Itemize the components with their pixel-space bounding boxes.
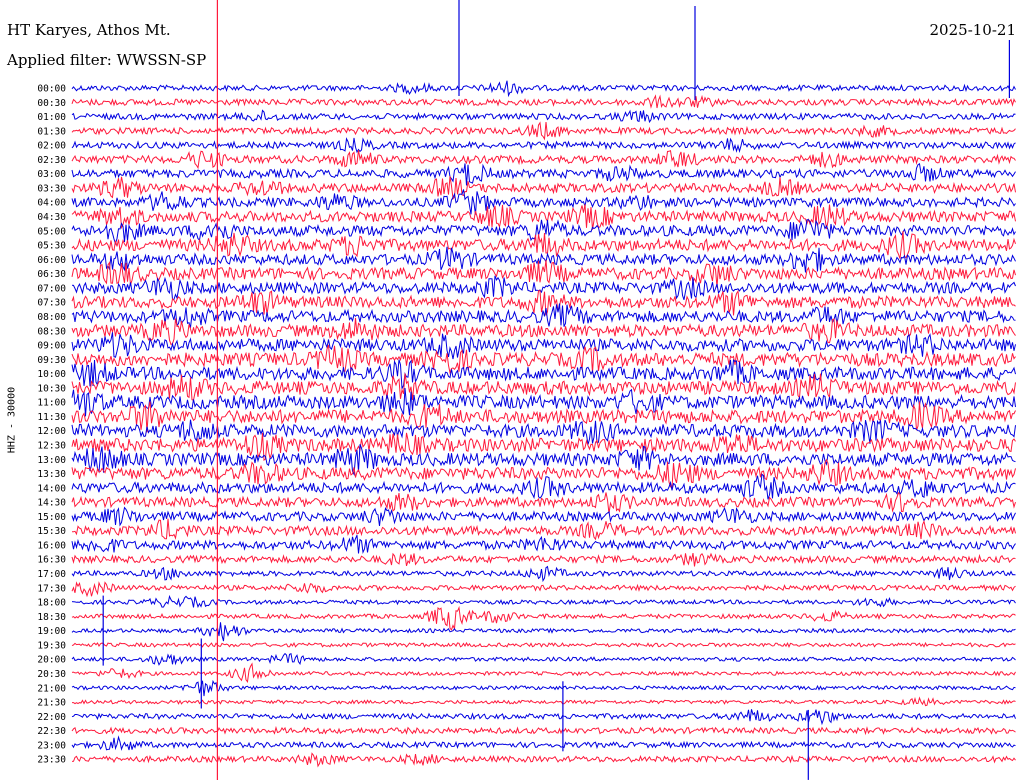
trace-1730	[71, 581, 1016, 598]
time-label-2030: 20:30	[37, 669, 66, 680]
time-label-1100: 11:00	[37, 398, 66, 409]
trace-1500	[71, 506, 1016, 527]
time-label-0930: 09:30	[37, 355, 66, 366]
time-label-1930: 19:30	[37, 640, 66, 651]
time-label-0730: 07:30	[37, 298, 66, 309]
time-label-2000: 20:00	[37, 655, 66, 666]
trace-1830	[71, 605, 1016, 631]
trace-1330	[71, 458, 1016, 489]
time-label-1200: 12:00	[37, 426, 66, 437]
time-label-2300: 23:00	[37, 740, 66, 751]
trace-2130	[72, 696, 1016, 707]
trace-1200	[71, 419, 1016, 445]
time-label-1730: 17:30	[37, 583, 66, 594]
time-label-1230: 12:30	[37, 441, 66, 452]
trace-0230	[71, 150, 1016, 170]
trace-1530	[71, 518, 1016, 541]
trace-1100	[71, 387, 1016, 417]
time-label-1400: 14:00	[37, 483, 66, 494]
time-label-0900: 09:00	[37, 341, 66, 352]
time-label-0030: 00:30	[37, 98, 66, 109]
time-label-0000: 00:00	[37, 84, 66, 95]
trace-1800	[71, 594, 1016, 609]
time-label-0130: 01:30	[37, 126, 66, 137]
trace-0130	[71, 121, 1016, 141]
channel-axis-label: HHZ - 30000	[6, 386, 18, 454]
time-label-1900: 19:00	[37, 626, 66, 637]
time-label-1600: 16:00	[37, 540, 66, 551]
trace-0330	[71, 176, 1016, 201]
time-label-0500: 05:00	[37, 226, 66, 237]
time-label-0830: 08:30	[37, 326, 66, 337]
time-label-0400: 04:00	[37, 198, 66, 209]
time-tick-labels: 00:00 00:30 01:00 01:30 02:00 02:30 03:00 03:30…	[37, 84, 66, 766]
trace-0400	[71, 189, 1016, 215]
time-label-0300: 03:00	[37, 169, 66, 180]
time-label-1830: 18:30	[37, 612, 66, 623]
time-label-1330: 13:30	[37, 469, 66, 480]
time-label-2100: 21:00	[37, 683, 66, 694]
trace-0100	[71, 109, 1016, 124]
time-label-2230: 22:30	[37, 726, 66, 737]
time-label-0800: 08:00	[37, 312, 66, 323]
trace-0800	[71, 303, 1016, 328]
time-label-2130: 21:30	[37, 698, 66, 709]
trace-0200	[71, 137, 1016, 154]
trace-0900	[71, 332, 1016, 360]
time-label-0430: 04:30	[37, 212, 66, 223]
trace-0930	[71, 344, 1016, 375]
trace-0530	[71, 230, 1016, 259]
trace-2000	[71, 652, 1016, 666]
trace-0000	[71, 80, 1016, 98]
trace-1900	[71, 622, 1016, 642]
time-label-0100: 01:00	[37, 112, 66, 123]
trace-2200	[71, 709, 1016, 726]
trace-1430	[71, 491, 1016, 514]
time-label-0700: 07:00	[37, 283, 66, 294]
trace-2030	[71, 662, 1016, 683]
time-label-0630: 06:30	[37, 269, 66, 280]
time-label-1000: 10:00	[37, 369, 66, 380]
trace-2300	[71, 735, 1016, 751]
trace-1930	[71, 641, 1016, 648]
trace-2100	[71, 679, 1016, 697]
time-label-0530: 05:30	[37, 241, 66, 252]
time-label-1030: 10:30	[37, 383, 66, 394]
trace-1630	[71, 552, 1016, 567]
trace-2230	[71, 725, 1016, 736]
time-label-2330: 23:30	[37, 755, 66, 766]
helicorder-plot: 00:00 00:30 01:00 01:30 02:00 02:30 03:00 03:30…	[37, 0, 1016, 780]
time-label-0600: 06:00	[37, 255, 66, 266]
time-label-1630: 16:30	[37, 555, 66, 566]
trace-layer	[71, 80, 1016, 768]
time-label-1500: 15:00	[37, 512, 66, 523]
time-label-1300: 13:00	[37, 455, 66, 466]
time-label-1430: 14:30	[37, 498, 66, 509]
time-label-1800: 18:00	[37, 598, 66, 609]
date-label: 2025-10-21	[929, 21, 1016, 39]
time-label-1700: 17:00	[37, 569, 66, 580]
filter-label: Applied filter: WWSSN-SP	[7, 51, 207, 69]
time-label-0330: 03:30	[37, 183, 66, 194]
trace-2330	[71, 752, 1016, 768]
trace-1600	[71, 535, 1016, 554]
time-label-1130: 11:30	[37, 412, 66, 423]
time-label-2200: 22:00	[37, 712, 66, 723]
time-label-0200: 02:00	[37, 141, 66, 152]
time-label-0230: 02:30	[37, 155, 66, 166]
time-label-1530: 15:30	[37, 526, 66, 537]
trace-0030	[71, 94, 1016, 109]
trace-1700	[71, 565, 1016, 583]
station-title: HT Karyes, Athos Mt.	[7, 21, 171, 39]
